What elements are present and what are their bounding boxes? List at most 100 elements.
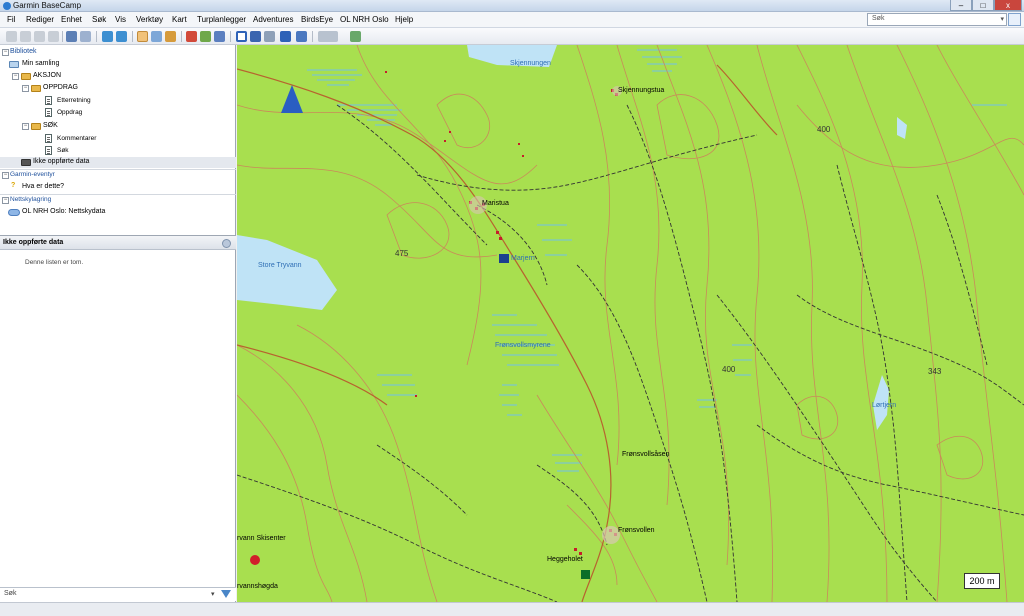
- help-icon: ?: [11, 182, 16, 189]
- fit-map-icon[interactable]: [280, 31, 291, 42]
- cloud-item[interactable]: OL NRH Oslo: Nettskydata: [22, 208, 105, 215]
- top-search-input[interactable]: Søk ▾: [867, 13, 1007, 26]
- menu-vis[interactable]: Vis: [115, 15, 126, 24]
- send-to-device-icon[interactable]: [116, 31, 127, 42]
- delete-icon[interactable]: [48, 31, 59, 42]
- divider: [0, 169, 236, 170]
- chevron-down-icon[interactable]: ▾: [211, 590, 215, 598]
- adventures-section[interactable]: Garmin-eventyr: [10, 171, 55, 178]
- waypoint-icon[interactable]: [186, 31, 197, 42]
- item-oppdrag[interactable]: Oppdrag: [57, 109, 82, 116]
- no-entry-marker: [250, 555, 260, 565]
- label-skjennungen: Skjennungen: [510, 60, 551, 67]
- map-view[interactable]: Skjennungen Skjennungstua Maristua Marje…: [237, 45, 1024, 602]
- collapse-icon[interactable]: −: [2, 172, 9, 179]
- menu-enhet[interactable]: Enhet: [61, 15, 82, 24]
- collapse-icon[interactable]: −: [12, 73, 19, 80]
- cloud-icon: [8, 209, 20, 216]
- label-marjern: Marjern: [511, 255, 535, 262]
- lower-panel-header: Ikke oppførte data: [0, 235, 236, 250]
- toolbar-separator: [96, 31, 97, 42]
- list-icon: [45, 108, 52, 117]
- collapse-icon[interactable]: −: [2, 49, 9, 56]
- folder-aksjon[interactable]: AKSJON: [33, 72, 61, 79]
- library-section[interactable]: Bibliotek: [10, 48, 36, 55]
- zoom-icon[interactable]: [151, 31, 162, 42]
- close-button[interactable]: x: [994, 0, 1022, 11]
- route-icon[interactable]: [200, 31, 211, 42]
- maximize-button[interactable]: □: [972, 0, 994, 11]
- cloud-section[interactable]: Nettskylagring: [10, 196, 51, 203]
- elevation-label: 343: [928, 367, 942, 376]
- lower-panel-title: Ikke oppførte data: [3, 239, 64, 246]
- menu-fil[interactable]: Fil: [7, 15, 15, 24]
- menu-verktoy[interactable]: Verktøy: [136, 15, 163, 24]
- paste-icon[interactable]: [34, 31, 45, 42]
- adventures-item[interactable]: Hva er dette?: [22, 183, 64, 190]
- folder-icon: [31, 85, 41, 92]
- menu-hjelp[interactable]: Hjelp: [395, 15, 413, 24]
- my-collection-item[interactable]: Min samling: [22, 60, 59, 67]
- folder-oppdrag[interactable]: OPPDRAG: [43, 84, 78, 91]
- lake-store-tryvann: [237, 235, 337, 310]
- filter-icon[interactable]: [221, 590, 231, 598]
- status-bar: [0, 602, 1024, 616]
- toolbar: [0, 28, 1024, 45]
- label-store-tryvann: Store Tryvann: [258, 262, 302, 269]
- toolbar-separator: [132, 31, 133, 42]
- list-icon: [45, 134, 52, 143]
- layers-icon[interactable]: [296, 31, 307, 42]
- receive-from-device-icon[interactable]: [102, 31, 113, 42]
- toolbar-separator: [62, 31, 63, 42]
- folder-sok[interactable]: SØK: [43, 122, 58, 129]
- redo-icon[interactable]: [80, 31, 91, 42]
- divider: [0, 194, 236, 195]
- measure-icon[interactable]: [165, 31, 176, 42]
- hand-tool-icon[interactable]: [137, 31, 148, 42]
- track-icon[interactable]: [214, 31, 225, 42]
- label-lortjern: Lørtjern: [872, 402, 897, 409]
- menu-kart[interactable]: Kart: [172, 15, 187, 24]
- filter-dropdown-icon[interactable]: [318, 31, 338, 42]
- cut-icon[interactable]: [6, 31, 17, 42]
- label-vannshogda: rvannshøgda: [237, 583, 278, 590]
- undo-icon[interactable]: [66, 31, 77, 42]
- search-icon[interactable]: [1008, 13, 1021, 26]
- item-kommentarer[interactable]: Kommentarer: [57, 135, 96, 142]
- menu-sok[interactable]: Søk: [92, 15, 106, 24]
- empty-list-text: Denne listen er tom.: [25, 259, 84, 266]
- close-panel-icon[interactable]: [222, 239, 231, 248]
- menu-ol-nrh-oslo[interactable]: OL NRH Oslo: [340, 15, 389, 24]
- roads: [237, 64, 778, 602]
- folder-icon: [21, 73, 31, 80]
- unlisted-data-item[interactable]: Ikke oppførte data: [33, 158, 89, 165]
- bottom-search-input[interactable]: Søk ▾: [0, 587, 236, 601]
- folder-icon: [21, 159, 31, 166]
- collapse-icon[interactable]: −: [22, 123, 29, 130]
- collapse-icon[interactable]: −: [2, 197, 9, 204]
- collapse-icon[interactable]: −: [22, 85, 29, 92]
- menu-birdseye[interactable]: BirdsEye: [301, 15, 333, 24]
- label-frensvollsasen: Frønsvollsåsen: [622, 451, 670, 458]
- topo-map: [237, 45, 1024, 602]
- title-bar: Garmin BaseCamp – □ x: [0, 0, 1024, 12]
- send-icon[interactable]: [350, 31, 361, 42]
- minimize-button[interactable]: –: [950, 0, 972, 11]
- label-frensvollsmyrene: Frønsvollsmyrene: [495, 342, 551, 349]
- menu-rediger[interactable]: Rediger: [26, 15, 54, 24]
- label-maristua: Maristua: [482, 200, 509, 207]
- chevron-down-icon[interactable]: ▾: [1000, 15, 1004, 23]
- item-sok[interactable]: Søk: [57, 147, 69, 154]
- label-frensvollen: Frønsvollen: [618, 527, 655, 534]
- item-etterretning[interactable]: Etterretning: [57, 97, 91, 104]
- copy-icon[interactable]: [20, 31, 31, 42]
- 2d-map-icon[interactable]: [236, 31, 247, 42]
- 3d-map-icon[interactable]: [250, 31, 261, 42]
- menu-adventures[interactable]: Adventures: [253, 15, 293, 24]
- toolbar-separator: [312, 31, 313, 42]
- scale-bar: 200 m: [964, 573, 1000, 589]
- map-detail-icon[interactable]: [264, 31, 275, 42]
- basecamp-icon: [3, 2, 11, 10]
- label-skisenter: rvann Skisenter: [237, 535, 286, 542]
- menu-turplanlegger[interactable]: Turplanlegger: [197, 15, 246, 24]
